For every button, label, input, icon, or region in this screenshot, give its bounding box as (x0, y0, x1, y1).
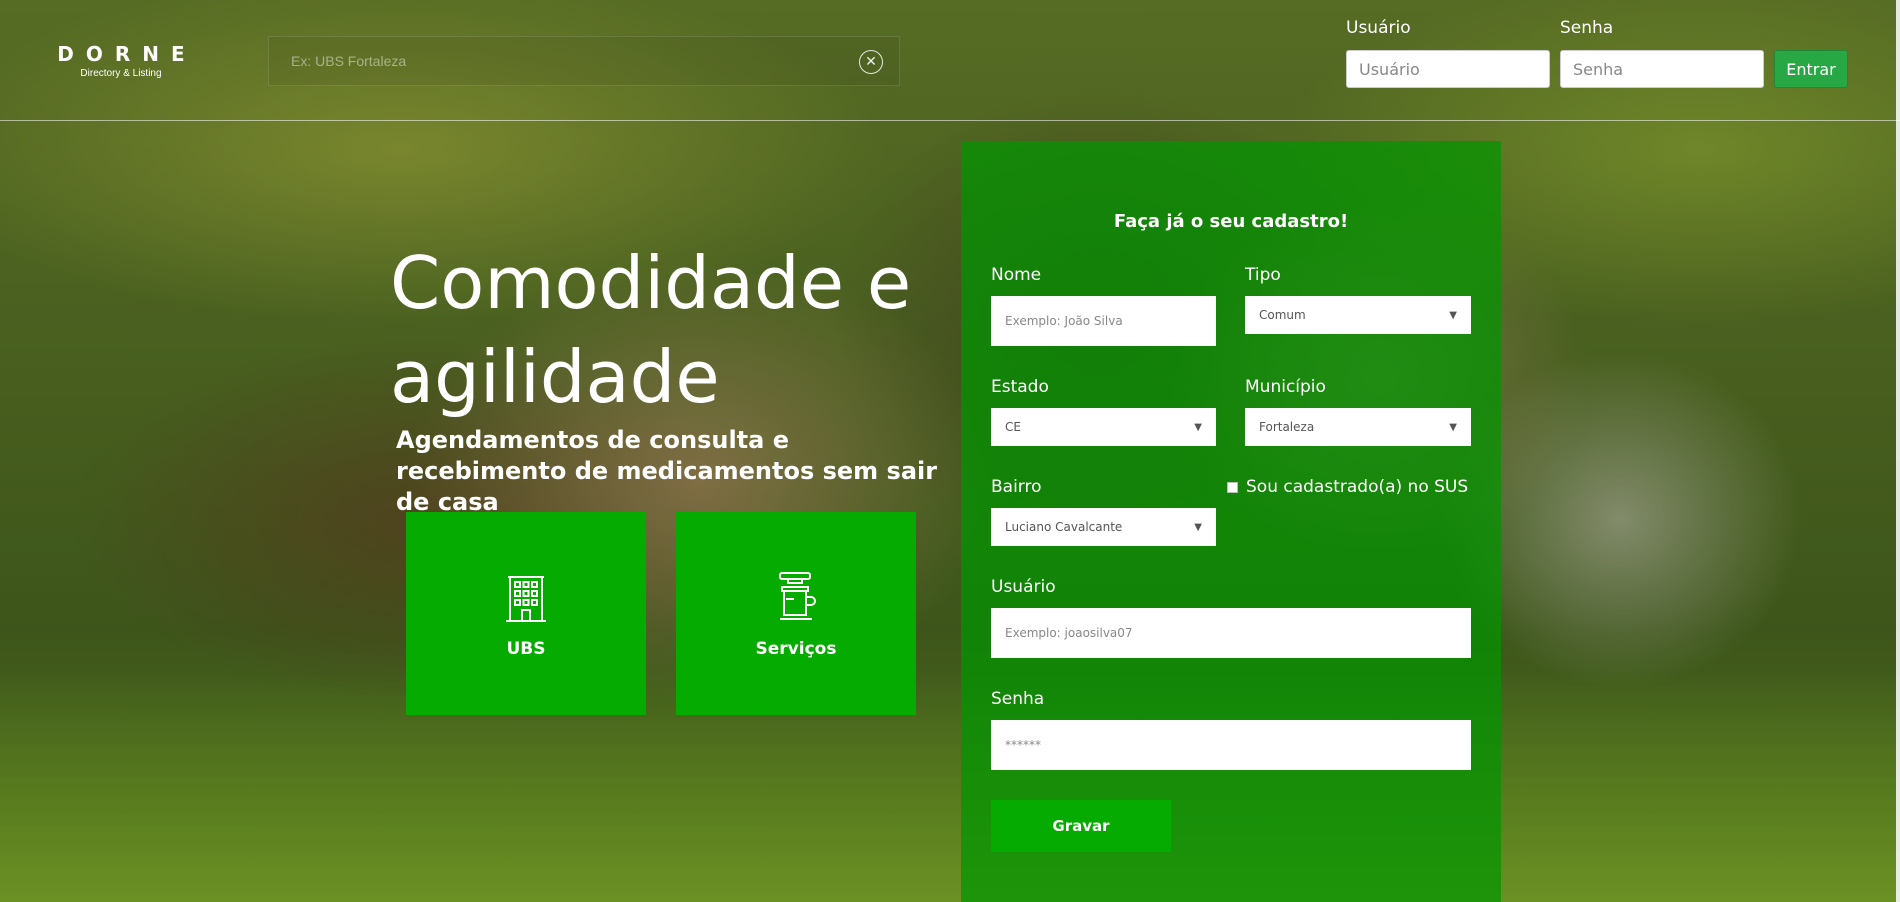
type-select[interactable]: Comum ▼ (1245, 296, 1471, 334)
password-label: Senha (991, 689, 1045, 709)
city-label: Município (1245, 377, 1326, 397)
login-username-label: Usuário (1346, 18, 1411, 38)
top-header: DORNE Directory & Listing ✕ Usuário Senh… (0, 0, 1900, 121)
hero-title: Comodidade e agilidade (390, 241, 912, 419)
district-label: Bairro (991, 477, 1042, 497)
logo[interactable]: DORNE Directory & Listing (56, 42, 186, 79)
username-label: Usuário (991, 577, 1056, 597)
search-input[interactable] (269, 37, 899, 85)
save-button[interactable]: Gravar (991, 800, 1171, 852)
hero-subtitle: Agendamentos de consulta e recebimento d… (396, 426, 938, 516)
login-button[interactable]: Entrar (1774, 50, 1848, 88)
signup-form-title: Faça já o seu cadastro! (1113, 211, 1349, 232)
login-password-input[interactable] (1560, 50, 1764, 88)
building-icon (506, 575, 546, 622)
name-input[interactable] (991, 296, 1216, 346)
type-label: Tipo (1245, 265, 1281, 285)
district-select-value: Luciano Cavalcante (1005, 520, 1123, 534)
district-select[interactable]: Luciano Cavalcante ▼ (991, 508, 1216, 546)
city-select[interactable]: Fortaleza ▼ (1245, 408, 1471, 446)
type-select-value: Comum (1259, 308, 1306, 322)
name-label: Nome (991, 265, 1042, 285)
chevron-down-icon: ▼ (1449, 309, 1457, 321)
services-tile-label: Serviços (755, 638, 837, 659)
coffee-cup-icon (779, 571, 816, 620)
chevron-down-icon: ▼ (1194, 521, 1202, 533)
chevron-down-icon: ▼ (1194, 421, 1202, 433)
signup-form-panel: Faça já o seu cadastro! Nome Tipo Comum … (961, 141, 1501, 902)
sus-checkbox-row[interactable]: Sou cadastrado(a) no SUS (1227, 477, 1468, 497)
sus-checkbox[interactable] (1227, 481, 1238, 493)
search-bar: ✕ (268, 36, 900, 86)
ubs-tile[interactable]: UBS (406, 512, 646, 715)
state-select[interactable]: CE ▼ (991, 408, 1216, 446)
sus-checkbox-label: Sou cadastrado(a) no SUS (1246, 477, 1469, 497)
logo-title: DORNE (57, 42, 197, 66)
city-select-value: Fortaleza (1259, 420, 1315, 434)
password-input[interactable] (991, 720, 1471, 770)
state-select-value: CE (1005, 420, 1021, 434)
state-label: Estado (991, 377, 1049, 397)
login-password-label: Senha (1560, 18, 1614, 38)
ubs-tile-label: UBS (506, 638, 546, 659)
login-username-input[interactable] (1346, 50, 1550, 88)
services-tile[interactable]: Serviços (676, 512, 916, 715)
scrollbar[interactable] (1896, 0, 1900, 902)
close-circle-icon[interactable]: ✕ (859, 50, 883, 74)
username-input[interactable] (991, 608, 1471, 658)
logo-subtitle: Directory & Listing (80, 68, 162, 79)
chevron-down-icon: ▼ (1449, 421, 1457, 433)
